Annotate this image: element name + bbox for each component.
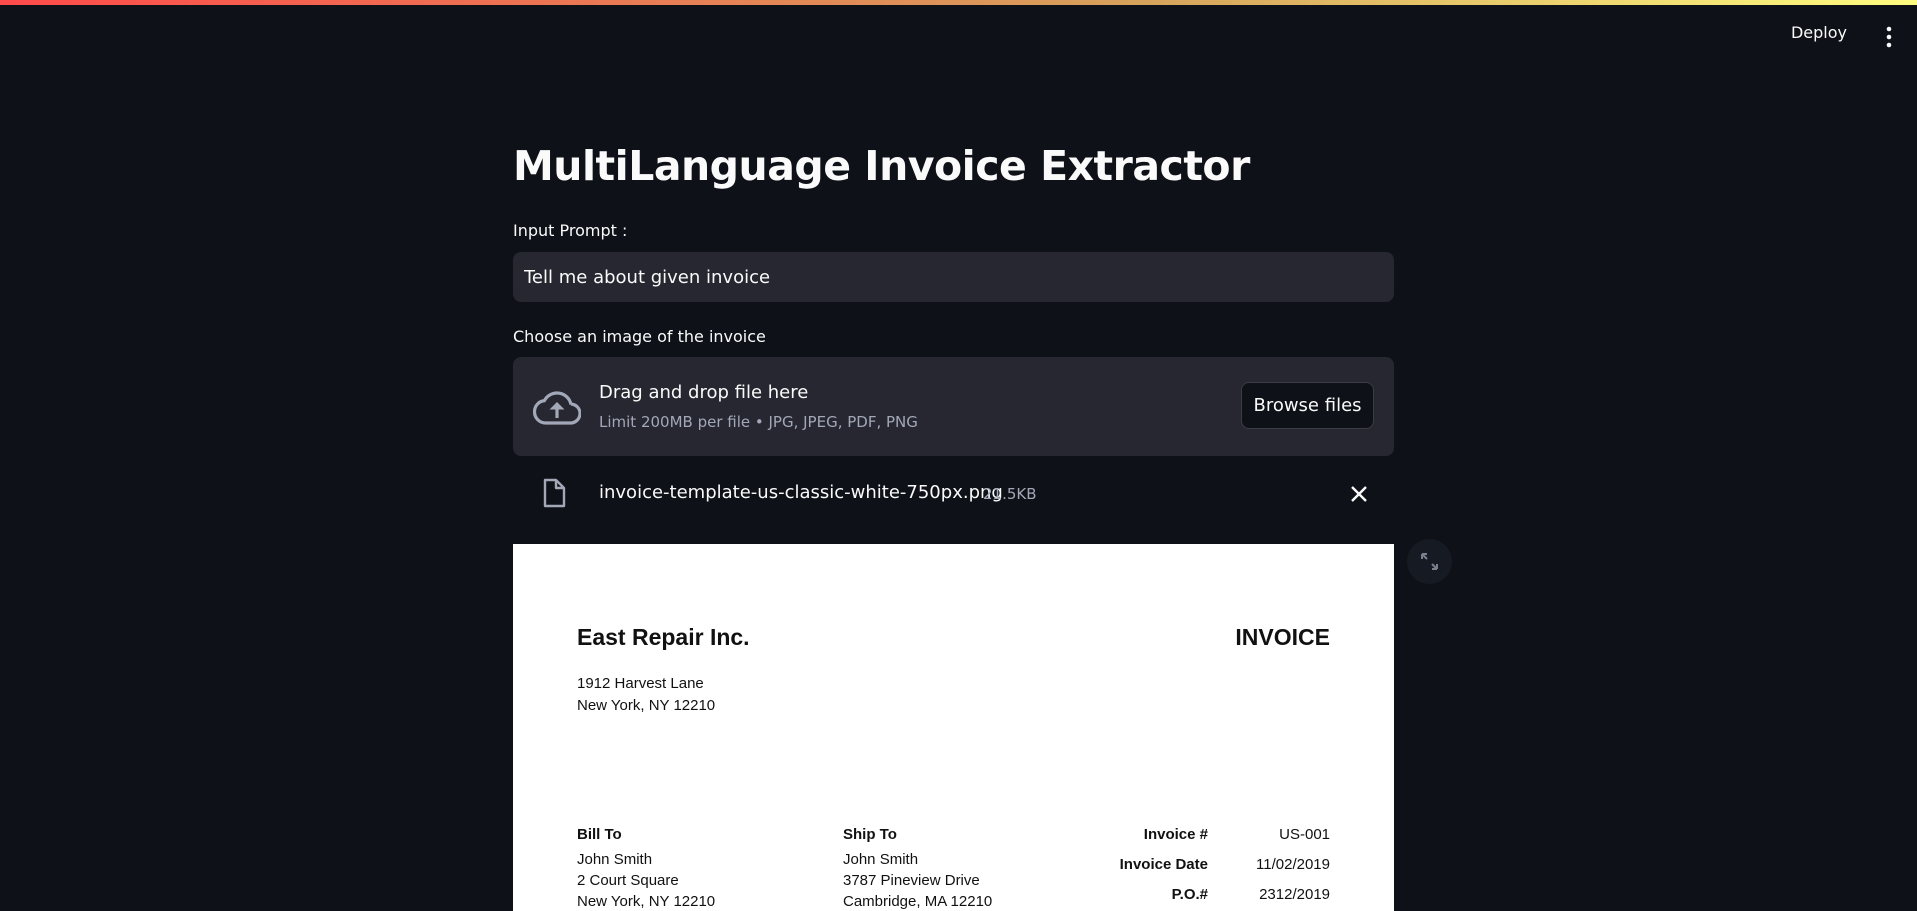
app-header: Deploy (0, 5, 1917, 63)
invoice-meta-label: Invoice Date (1119, 856, 1208, 873)
uploaded-file-name: invoice-template-us-classic-white-750px.… (599, 482, 1003, 503)
invoice-meta-label: P.O.# (1171, 886, 1208, 903)
browse-files-button[interactable]: Browse files (1241, 382, 1374, 429)
prompt-input[interactable] (513, 252, 1394, 302)
invoice-company-name: East Repair Inc. (577, 624, 750, 650)
invoice-meta-value: 2312/2019 (1259, 886, 1330, 903)
deploy-button[interactable]: Deploy (1791, 23, 1847, 42)
ship-to-line2: Cambridge, MA 12210 (843, 893, 993, 910)
ship-to-heading: Ship To (843, 826, 897, 843)
close-icon[interactable] (1348, 483, 1370, 505)
file-dropzone[interactable]: Drag and drop file here Limit 200MB per … (513, 357, 1394, 456)
page-title: MultiLanguage Invoice Extractor (513, 142, 1250, 190)
bill-to-name: John Smith (577, 851, 653, 868)
cloud-upload-icon (532, 387, 582, 427)
invoice-preview-image: East Repair Inc. INVOICE 1912 Harvest La… (513, 544, 1394, 911)
ship-to-line1: 3787 Pineview Drive (843, 872, 980, 889)
prompt-label: Input Prompt : (513, 221, 628, 240)
uploaded-file-size: 21.5KB (983, 485, 1037, 503)
dropzone-subtitle: Limit 200MB per file • JPG, JPEG, PDF, P… (599, 413, 918, 431)
ship-to-name: John Smith (843, 851, 919, 868)
invoice-meta-label: Invoice # (1143, 826, 1208, 843)
bill-to-line2: New York, NY 12210 (577, 893, 716, 910)
bill-to-line1: 2 Court Square (577, 872, 679, 889)
file-icon (542, 478, 566, 508)
invoice-meta-value: 11/02/2019 (1256, 856, 1330, 873)
invoice-meta-value: US-001 (1279, 826, 1330, 843)
fullscreen-icon[interactable] (1407, 539, 1452, 584)
invoice-address-line1: 1912 Harvest Lane (577, 675, 704, 692)
dropzone-title: Drag and drop file here (599, 382, 809, 403)
uploaded-file-row: invoice-template-us-classic-white-750px.… (513, 464, 1394, 522)
uploader-label: Choose an image of the invoice (513, 327, 766, 346)
invoice-address-line2: New York, NY 12210 (577, 697, 716, 714)
bill-to-heading: Bill To (577, 826, 622, 843)
invoice-doc-title: INVOICE (1235, 624, 1330, 650)
vertical-ellipsis-icon[interactable] (1881, 25, 1897, 49)
